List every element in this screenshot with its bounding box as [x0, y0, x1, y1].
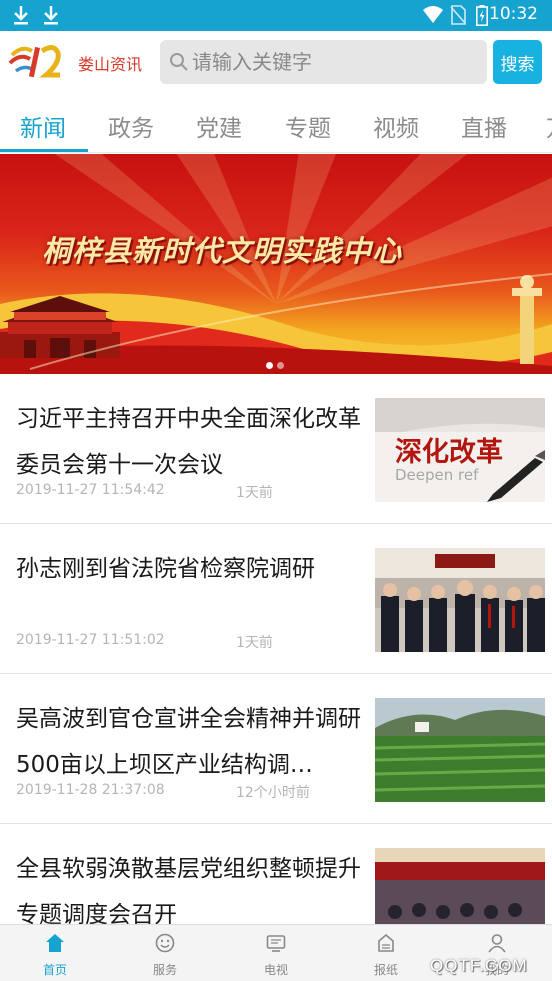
news-date: 2019-11-27 11:54:42: [16, 482, 165, 498]
active-tab-indicator: [0, 149, 88, 152]
tab-government[interactable]: 政务: [108, 109, 154, 143]
tab-topics[interactable]: 专题: [285, 109, 331, 143]
tab-party-building[interactable]: 党建: [196, 109, 242, 143]
news-title[interactable]: 孙志刚到省法院省检察院调研: [16, 546, 368, 592]
carousel-dot[interactable]: [277, 362, 284, 369]
banner-carousel[interactable]: 桐梓县新时代文明实践中心: [0, 154, 552, 374]
tab-live[interactable]: 直播: [461, 109, 507, 143]
news-thumbnail[interactable]: [375, 548, 545, 652]
smiley-icon: [155, 933, 175, 957]
tv-icon: [266, 933, 286, 957]
news-date: 2019-11-27 11:51:02: [16, 632, 165, 648]
app-screen: 10:32 娄山资讯 搜索 新闻 政务 党建 专题 视频 直播 万: [0, 0, 552, 981]
news-item[interactable]: 习近平主持召开中央全面深化改革委员会第十一次会议 2019-11-27 11:5…: [0, 374, 552, 524]
news-title[interactable]: 吴高波到官仓宣讲全会精神并调研500亩以上坝区产业结构调…: [16, 696, 368, 788]
news-thumbnail[interactable]: 深化改革 Deepen ref: [375, 398, 545, 502]
category-tabs: 新闻 政务 党建 专题 视频 直播 万: [0, 93, 552, 153]
tab-news[interactable]: 新闻: [20, 109, 66, 143]
carousel-dot-active[interactable]: [266, 362, 273, 369]
news-thumbnail[interactable]: [375, 698, 545, 802]
battery-icon: [476, 5, 488, 30]
nav-home[interactable]: 首页: [0, 925, 110, 981]
clock: 10:32: [489, 4, 538, 24]
tab-more[interactable]: 万: [546, 109, 552, 143]
banner-title: 桐梓县新时代文明实践中心: [42, 234, 403, 268]
home-icon: [45, 933, 65, 957]
download-icon: [12, 4, 30, 26]
news-item[interactable]: 孙志刚到省法院省检察院调研 2019-11-27 11:51:02 1天前: [0, 524, 552, 674]
wifi-icon: [422, 5, 444, 29]
nav-tv[interactable]: 电视: [221, 925, 331, 981]
news-date: 2019-11-28 21:37:08: [16, 782, 165, 798]
tab-video[interactable]: 视频: [373, 109, 419, 143]
app-logo: [8, 39, 64, 85]
watermark: QQTF.COM: [430, 956, 528, 975]
newspaper-icon: [376, 933, 396, 957]
search-button[interactable]: 搜索: [493, 40, 542, 84]
search-box[interactable]: [160, 40, 487, 84]
nav-label: 电视: [263, 963, 288, 977]
carousel-dots: [266, 354, 288, 373]
news-item[interactable]: 吴高波到官仓宣讲全会精神并调研500亩以上坝区产业结构调… 2019-11-28…: [0, 674, 552, 824]
thumbnail-headline: 深化改革: [395, 437, 503, 468]
app-header: 娄山资讯 搜索: [0, 31, 552, 93]
status-bar: 10:32: [0, 0, 552, 31]
nav-label: 报纸: [373, 963, 398, 977]
no-sim-icon: [450, 5, 466, 29]
download-icon: [42, 4, 60, 26]
search-input[interactable]: [192, 40, 482, 84]
app-name: 娄山资讯: [78, 55, 143, 74]
news-time-ago: 12个小时前: [236, 785, 310, 801]
thumbnail-subtext: Deepen ref: [395, 466, 479, 484]
user-icon: [487, 933, 507, 957]
nav-label: 首页: [42, 963, 67, 977]
news-time-ago: 1天前: [236, 485, 273, 501]
nav-services[interactable]: 服务: [110, 925, 220, 981]
news-title[interactable]: 习近平主持召开中央全面深化改革委员会第十一次会议: [16, 396, 368, 488]
search-icon: [169, 52, 189, 76]
nav-newspaper[interactable]: 报纸: [331, 925, 441, 981]
news-time-ago: 1天前: [236, 635, 273, 651]
nav-label: 服务: [152, 963, 177, 977]
